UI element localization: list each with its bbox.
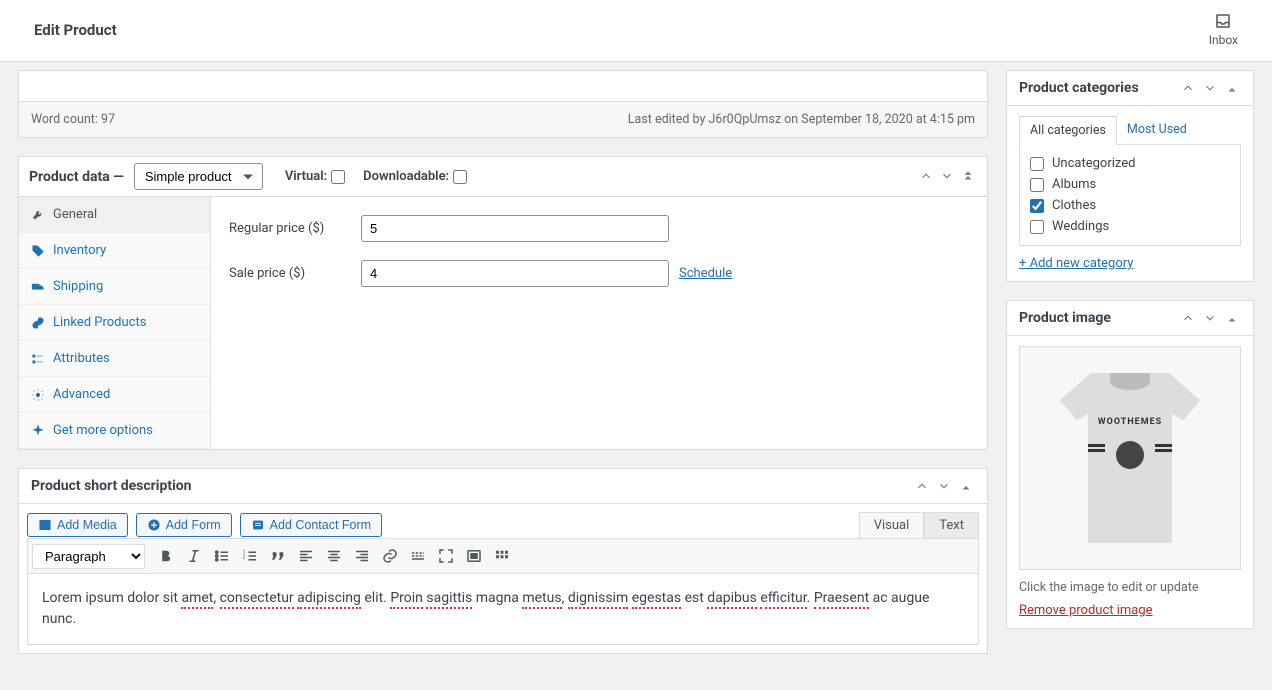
panel-toggle-icon[interactable]: [1223, 79, 1241, 97]
shirt-graphic: WOOTHEMES: [1060, 373, 1200, 543]
add-media-button[interactable]: Add Media: [27, 513, 128, 537]
inbox-button[interactable]: Inbox: [1209, 12, 1238, 47]
word-count: Word count: 97: [31, 112, 115, 127]
add-contact-form-button[interactable]: Add Contact Form: [240, 513, 382, 537]
product-image-title: Product image: [1019, 310, 1111, 326]
bold-button[interactable]: [153, 543, 179, 569]
virtual-checkbox-label[interactable]: Virtual:: [285, 169, 345, 184]
most-used-tab[interactable]: Most Used: [1117, 116, 1197, 144]
tab-general[interactable]: General: [19, 197, 210, 233]
fullscreen-button[interactable]: [433, 543, 459, 569]
panel-up-icon[interactable]: [917, 167, 935, 185]
sale-price-label: Sale price ($): [229, 266, 361, 281]
product-data-title: Product data —: [29, 169, 124, 185]
panel-down-icon[interactable]: [938, 167, 956, 185]
panel-down-icon[interactable]: [1201, 79, 1219, 97]
tab-advanced[interactable]: Advanced: [19, 377, 210, 413]
editor-content[interactable]: Lorem ipsum dolor sit amet, consectetur …: [27, 573, 979, 645]
regular-price-label: Regular price ($): [229, 221, 361, 236]
category-uncategorized[interactable]: Uncategorized: [1030, 153, 1230, 174]
all-categories-tab[interactable]: All categories: [1019, 116, 1117, 145]
category-albums[interactable]: Albums: [1030, 174, 1230, 195]
downloadable-checkbox[interactable]: [453, 170, 467, 184]
media-icon: [38, 518, 52, 532]
visual-tab[interactable]: Visual: [859, 512, 925, 538]
downloadable-checkbox-label[interactable]: Downloadable:: [363, 169, 467, 184]
quote-button[interactable]: [265, 543, 291, 569]
editor-stats-panel: Word count: 97 Last edited by J6r0QpUmsz…: [18, 70, 988, 138]
distraction-free-button[interactable]: [461, 543, 487, 569]
virtual-checkbox[interactable]: [331, 170, 345, 184]
panel-up-icon[interactable]: [1179, 79, 1197, 97]
paragraph-select[interactable]: Paragraph: [32, 544, 145, 569]
align-right-button[interactable]: [349, 543, 375, 569]
panel-down-icon[interactable]: [935, 477, 953, 495]
add-form-button[interactable]: Add Form: [136, 513, 232, 537]
last-edited: Last edited by J6r0QpUmsz on September 1…: [628, 112, 975, 127]
short-desc-title: Product short description: [31, 478, 192, 494]
text-tab[interactable]: Text: [924, 512, 979, 538]
page-title: Edit Product: [34, 21, 117, 39]
panel-toggle-icon[interactable]: [959, 167, 977, 185]
list-icon: [31, 352, 45, 366]
toolbar-toggle-button[interactable]: [489, 543, 515, 569]
italic-button[interactable]: [181, 543, 207, 569]
panel-up-icon[interactable]: [913, 477, 931, 495]
tab-get-more[interactable]: Get more options: [19, 413, 210, 449]
truck-icon: [31, 280, 45, 294]
schedule-link[interactable]: Schedule: [679, 266, 732, 281]
panel-toggle-icon[interactable]: [1223, 309, 1241, 327]
short-description-panel: Product short description Add Media Add …: [18, 468, 988, 654]
panel-up-icon[interactable]: [1179, 309, 1197, 327]
sparkle-icon: [31, 424, 45, 438]
product-categories-panel: Product categories All categories Most U…: [1006, 70, 1254, 282]
ul-button[interactable]: [209, 543, 235, 569]
product-image-panel: Product image WOOTHEMES Click the image …: [1006, 300, 1254, 629]
more-button[interactable]: [405, 543, 431, 569]
image-hint: Click the image to edit or update: [1019, 580, 1241, 595]
product-image-thumbnail[interactable]: WOOTHEMES: [1019, 346, 1241, 570]
category-clothes[interactable]: Clothes: [1030, 195, 1230, 216]
product-type-select[interactable]: Simple product: [134, 163, 263, 190]
regular-price-input[interactable]: [361, 215, 669, 242]
inbox-label: Inbox: [1209, 33, 1238, 47]
tab-linked-products[interactable]: Linked Products: [19, 305, 210, 341]
panel-down-icon[interactable]: [1201, 309, 1219, 327]
gear-icon: [31, 388, 45, 402]
categories-title: Product categories: [1019, 80, 1139, 96]
ol-button[interactable]: 12: [237, 543, 263, 569]
inbox-icon: [1214, 12, 1232, 30]
svg-text:2: 2: [243, 554, 246, 560]
remove-product-image-link[interactable]: Remove product image: [1019, 603, 1153, 618]
link-icon: [31, 316, 45, 330]
align-left-button[interactable]: [293, 543, 319, 569]
form-icon: [147, 518, 161, 532]
product-data-panel: Product data — Simple product Virtual: D…: [18, 156, 988, 450]
category-weddings[interactable]: Weddings: [1030, 216, 1230, 237]
panel-toggle-icon[interactable]: [957, 477, 975, 495]
link-button[interactable]: [377, 543, 403, 569]
tab-inventory[interactable]: Inventory: [19, 233, 210, 269]
tab-attributes[interactable]: Attributes: [19, 341, 210, 377]
contact-form-icon: [251, 518, 265, 532]
tab-shipping[interactable]: Shipping: [19, 269, 210, 305]
sale-price-input[interactable]: [361, 260, 669, 287]
add-new-category-link[interactable]: + Add new category: [1019, 256, 1241, 271]
tag-icon: [31, 244, 45, 258]
wrench-icon: [31, 208, 45, 222]
align-center-button[interactable]: [321, 543, 347, 569]
